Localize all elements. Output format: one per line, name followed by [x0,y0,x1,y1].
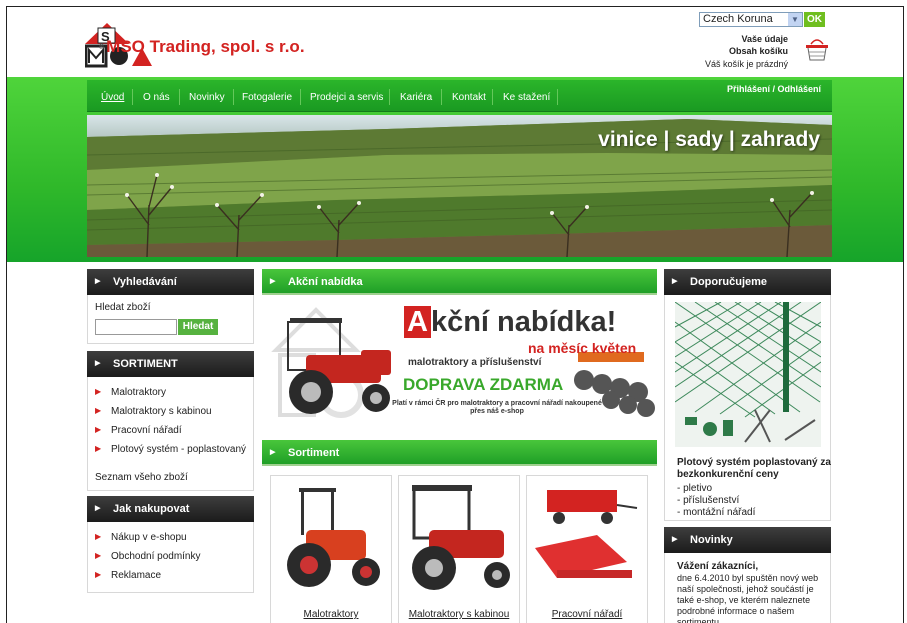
sortiment-panel: ▶ SORTIMENT [87,351,254,491]
promo-note: Platí v rámci ČR pro malotraktory a prac… [392,400,602,415]
bullet-icon: ▶ [95,387,102,396]
chevron-down-icon[interactable]: ▼ [788,13,802,26]
tractor-image [287,488,380,587]
triangle-right-icon: ▶ [270,449,276,456]
nav-item-ke-stazeni[interactable]: Ke stažení [503,92,550,103]
nav-item-kontakt[interactable]: Kontakt [452,92,486,103]
howto-item-podminky[interactable]: ▶ Obchodní podmínky [95,551,201,562]
nav-separator [300,89,301,105]
triangle-right-icon: ▶ [95,505,101,512]
nav-item-fotogalerie[interactable]: Fotogalerie [242,92,292,103]
product-name[interactable]: Malotraktory s kabinou [399,609,519,620]
nav-separator [557,89,558,105]
nav-item-kariera[interactable]: Kariéra [400,92,432,103]
howto-item-reklamace[interactable]: ▶ Reklamace [95,570,161,581]
sortiment-item-malotraktory[interactable]: ▶ Malotraktory [95,387,166,398]
all-goods-link[interactable]: Seznam všeho zboží [95,472,188,483]
implements-image [535,490,638,578]
recommend-item: - příslušenství [677,495,740,506]
promo-header: ▶ Akční nabídka [262,269,657,295]
triangle-right-icon: ▶ [270,278,276,285]
nav-separator [179,89,180,105]
bullet-icon: ▶ [95,570,102,579]
promo-title: Akční nabídka! [404,306,616,339]
currency-ok-button[interactable]: OK [804,12,825,27]
recommend-item: - pletivo [677,483,713,494]
product-card-kabinou[interactable]: Malotraktory s kabinou [398,475,520,623]
login-link[interactable]: Přihlášení / Odhlášení [727,84,821,94]
bullet-icon: ▶ [95,532,102,541]
nav-item-o-nas[interactable]: O nás [143,92,170,103]
cab-tractor-image [412,485,510,590]
sortiment-item-plotovy[interactable]: ▶ Plotový systém - poplastovaný [95,444,246,455]
howto-panel-header: ▶ Jak nakupovat [87,496,254,522]
product-name[interactable]: Pracovní nářadí [527,609,647,620]
search-panel-header: ▶ Vyhledávání [87,269,254,295]
nav-separator [233,89,234,105]
recommend-heading[interactable]: Plotový systém poplastovaný za bezkonkur… [677,457,832,481]
search-button[interactable]: Hledat [178,319,218,335]
currency-value: Czech Koruna [703,13,773,25]
currency-select[interactable]: Czech Koruna ▼ [699,12,803,27]
news-greeting: Vážení zákazníci, [677,561,759,572]
shopping-basket-icon[interactable] [802,34,832,64]
news-panel-header: ▶ Novinky [664,527,831,553]
browser-viewport: S ® MSO Trading, spol. s r.o. Czech Korun… [6,6,904,623]
nav-separator [492,89,493,105]
hero-banner: vinice | sady | zahrady [87,115,832,257]
howto-item-nakup[interactable]: ▶ Nákup v e-shopu [95,532,187,543]
nav-separator [441,89,442,105]
bullet-icon: ▶ [95,551,102,560]
nav-item-uvod[interactable]: Úvod [101,92,124,103]
triangle-right-icon: ▶ [672,536,678,543]
promo-subtitle: na měsíc květen [528,340,637,356]
triangle-right-icon: ▶ [95,360,101,367]
cart-link[interactable]: Obsah košíku [729,46,788,56]
nav-item-prodejci[interactable]: Prodejci a servis [310,92,383,103]
bullet-icon: ▶ [95,406,102,415]
bullet-icon: ▶ [95,444,102,453]
product-name[interactable]: Malotraktory [271,609,391,620]
sortiment-header: ▶ Sortiment [262,440,657,466]
company-name[interactable]: ® MSO Trading, spol. s r.o. [99,37,305,57]
promo-shipping: DOPRAVA ZDARMA [403,375,564,394]
recommend-panel-header: ▶ Doporučujeme [664,269,831,295]
sortiment-panel-header: ▶ SORTIMENT [87,351,254,377]
bullet-icon: ▶ [95,425,102,434]
account-link[interactable]: Vaše údaje [741,34,788,44]
sortiment-item-kabinou[interactable]: ▶ Malotraktory s kabinou [95,406,212,417]
news-body: dne 6.4.2010 byl spuštěn nový web naší s… [677,573,819,623]
sortiment-item-naradi[interactable]: ▶ Pracovní nářadí [95,425,182,436]
fence-system-image[interactable] [675,302,821,447]
site-header: S ® MSO Trading, spol. s r.o. Czech Korun… [7,7,903,77]
banner-title: vinice | sady | zahrady [598,128,820,151]
search-label: Hledat zboží [95,302,151,313]
promo-line: malotraktory a příslušenství [408,357,542,368]
search-input[interactable] [95,319,177,335]
product-card-malotraktory[interactable]: Malotraktory [270,475,392,623]
recommend-item: - montážní nářadí [677,507,756,518]
nav-item-novinky[interactable]: Novinky [189,92,225,103]
nav-separator [389,89,390,105]
nav-separator [132,89,133,105]
triangle-right-icon: ▶ [672,278,678,285]
triangle-right-icon: ▶ [95,278,101,285]
cart-status: Váš košík je prázdný [704,59,788,69]
product-card-naradi[interactable]: Pracovní nářadí [526,475,648,623]
promo-banner[interactable]: Akční nabídka! na měsíc květen malotrakt… [266,300,666,425]
main-nav: Úvod O nás Novinky Fotogalerie Prodejci … [87,80,832,112]
